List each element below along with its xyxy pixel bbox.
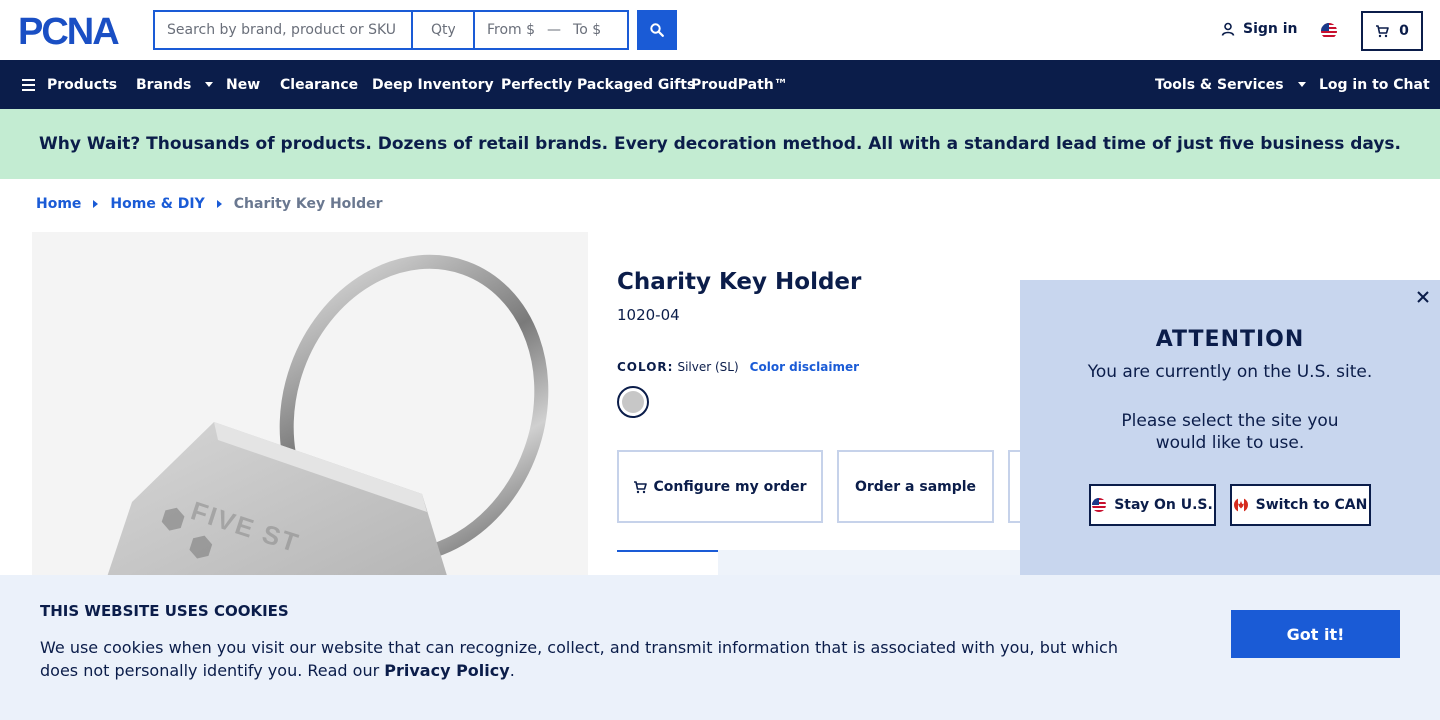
search-bar: From $ — To $ [153,10,677,50]
sign-in-label: Sign in [1243,21,1298,37]
popup-current-site: You are currently on the U.S. site. [1087,362,1373,382]
cart-button[interactable]: 0 [1361,11,1423,51]
configure-order-button[interactable]: Configure my order [617,450,823,523]
nav-products-label: Products [47,76,118,93]
nav-deep-inventory-label: Deep Inventory [372,76,494,93]
cart-count: 0 [1399,23,1409,39]
chevron-down-icon [1297,82,1306,87]
configure-order-label: Configure my order [653,478,807,495]
pcna-logo[interactable]: PCNA [18,14,136,48]
nav-new-label: New [226,76,261,93]
stay-on-us-button[interactable]: Stay On U.S. [1089,484,1216,526]
site-header: PCNA From $ — To $ Sign in [0,0,1440,60]
user-icon [1221,22,1235,36]
cookie-text: We use cookies when you visit our websit… [40,636,1160,682]
nav-packaged-gifts-label: Perfectly Packaged Gifts [501,76,696,93]
main-nav: Products Brands New Clearance Deep Inven… [0,60,1440,109]
nav-clearance-label: Clearance [280,76,359,93]
order-sample-label: Order a sample [854,478,977,495]
price-from-input[interactable]: From $ [487,22,535,38]
nav-tools-services[interactable]: Tools & Services [1155,60,1306,109]
chevron-down-icon [205,82,214,87]
search-button[interactable] [637,10,677,50]
cookie-text-end: . [509,661,515,680]
popup-instruction-line2: would like to use. [1155,433,1305,453]
swatch-fill [622,391,644,413]
sign-in-link[interactable]: Sign in [1221,21,1298,37]
nav-new[interactable]: New [226,60,260,109]
breadcrumb: Home Home & DIY Charity Key Holder [36,196,383,212]
nav-packaged-gifts[interactable]: Perfectly Packaged Gifts [501,60,695,109]
popup-instruction-line1: Please select the site you [1121,411,1339,431]
product-image[interactable]: FIVE ST [32,232,588,592]
nav-tools-label: Tools & Services [1155,76,1284,93]
nav-brands-label: Brands [136,76,192,93]
cookie-banner: THIS WEBSITE USES COOKIES We use cookies… [0,575,1440,720]
nav-clearance[interactable]: Clearance [280,60,358,109]
nav-proudpath[interactable]: ProudPath™ [691,60,788,109]
chevron-right-icon [93,200,99,208]
stay-on-us-label: Stay On U.S. [1114,497,1213,513]
color-row: COLOR: Silver (SL) Color disclaimer [617,360,859,374]
price-range-dash: — [547,22,562,38]
nav-deep-inventory[interactable]: Deep Inventory [372,60,494,109]
search-input[interactable] [153,10,412,50]
nav-chat-label: Log in to Chat [1319,76,1430,93]
cookie-title: THIS WEBSITE USES COOKIES [40,602,289,620]
price-range: From $ — To $ [474,10,629,50]
nav-log-in-to-chat[interactable]: Log in to Chat [1319,60,1430,109]
promo-banner: Why Wait? Thousands of products. Dozens … [0,109,1440,179]
canada-flag-icon [1233,498,1248,512]
nav-brands[interactable]: Brands [136,60,214,109]
cookie-accept-button[interactable]: Got it! [1231,610,1400,658]
privacy-policy-link[interactable]: Privacy Policy [384,661,509,680]
nav-products[interactable]: Products [22,60,117,109]
search-icon [650,23,664,37]
popup-heading: ATTENTION [1155,327,1305,352]
key-holder-illustration: FIVE ST [102,254,549,592]
cart-icon [1376,25,1389,38]
qty-input[interactable] [412,10,474,50]
nav-proudpath-label: ProudPath™ [691,76,788,93]
us-flag-icon [1092,498,1107,512]
color-swatch-silver[interactable] [617,386,649,418]
us-flag-icon[interactable] [1321,23,1337,39]
hamburger-icon [22,78,35,91]
promo-text: Why Wait? Thousands of products. Dozens … [38,134,1402,154]
breadcrumb-current: Charity Key Holder [233,196,383,212]
cookie-body: We use cookies when you visit our websit… [40,638,1118,680]
product-title: Charity Key Holder [617,269,862,295]
color-disclaimer-link[interactable]: Color disclaimer [750,360,859,374]
order-sample-button[interactable]: Order a sample [837,450,994,523]
product-sku: 1020-04 [617,306,680,324]
color-value: Silver (SL) [677,360,739,374]
svg-text:PCNA: PCNA [18,14,119,48]
switch-to-can-button[interactable]: Switch to CAN [1230,484,1371,526]
breadcrumb-category[interactable]: Home & DIY [110,196,204,212]
color-label: COLOR: [617,360,674,374]
close-icon[interactable] [1416,290,1430,304]
breadcrumb-home[interactable]: Home [36,196,81,212]
cart-icon [634,480,648,493]
switch-to-can-label: Switch to CAN [1255,497,1368,513]
price-to-input[interactable]: To $ [573,22,601,38]
chevron-right-icon [216,200,222,208]
